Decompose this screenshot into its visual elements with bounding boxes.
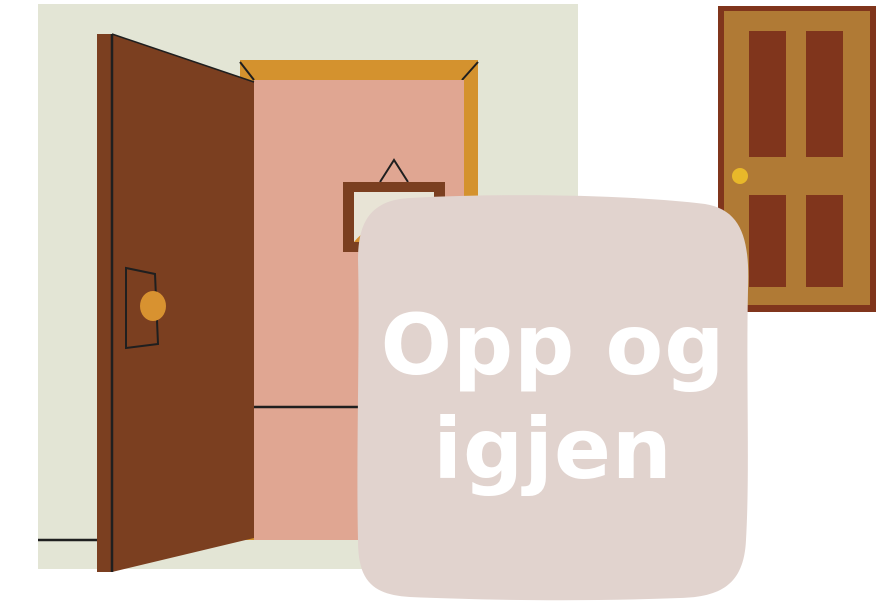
title-card-background <box>357 195 749 601</box>
open-door-icon <box>97 33 255 572</box>
closed-door-knob-icon <box>732 168 748 184</box>
room-scene <box>38 4 876 601</box>
illustration <box>0 0 882 605</box>
doorknob-icon <box>140 291 166 321</box>
